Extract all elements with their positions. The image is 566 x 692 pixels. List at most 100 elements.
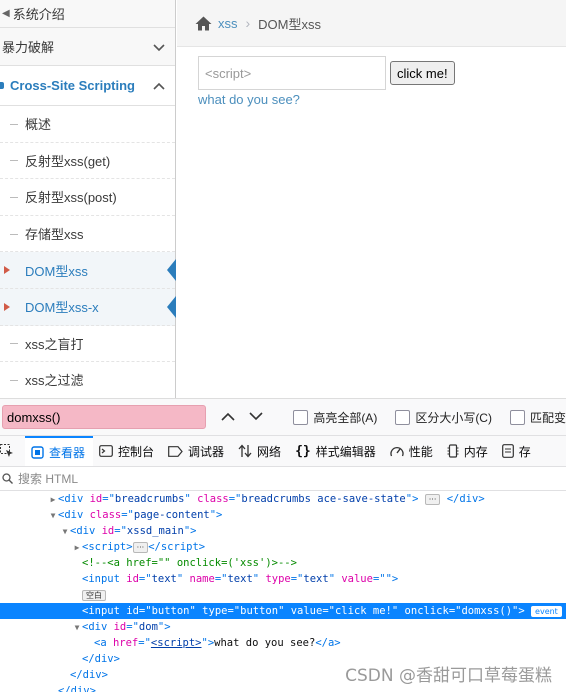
expand-triangle-icon[interactable]: ▶ [72,540,82,556]
tab-storage[interactable]: 存 [496,436,539,466]
find-input[interactable]: domxss() [2,405,207,429]
tab-memory[interactable]: 内存 [441,436,496,466]
memory-icon [447,444,459,458]
sidebar-subitem-label: 概述 [25,117,52,133]
element-picker-button[interactable] [0,436,25,466]
checkbox-box [509,409,525,425]
markup-node-page-content[interactable]: ▼ <div class="page-content"> [0,507,566,523]
sidebar-item-label: 暴力破解 [2,40,55,55]
tab-label: 内存 [463,444,488,459]
debugger-icon [168,445,183,457]
checkbox-box [395,409,411,425]
markup-node-breadcrumbs[interactable]: ▶ <div id="breadcrumbs" class="breadcrumb… [0,491,566,507]
tree-line-icon [10,233,18,235]
sidebar-subitem[interactable]: 概述 [0,106,175,143]
breadcrumb-separator-icon: › [245,15,251,31]
sidebar-subitem-label: DOM型xss [25,263,88,279]
collapse-triangle-icon[interactable]: ▼ [72,620,82,636]
match-case-checkbox[interactable]: 区分大小写(C) [395,409,492,426]
markup-node-input-text[interactable]: <input id="text" name="text" type="text"… [0,571,566,587]
breadcrumb-current: DOM型xss [258,16,322,32]
sidebar-subitem-label: 反射型xss(get) [25,153,111,169]
ellipsis-badge[interactable]: ··· [424,493,441,505]
chevron-down-icon [153,39,165,55]
chevron-up-icon [153,78,165,93]
section-marker-icon [0,82,4,89]
tab-label: 样式编辑器 [315,444,376,459]
sidebar-subitem[interactable]: DOM型xss [0,252,176,289]
markup-node-comment[interactable]: <!--<a href="" onclick=('xss')>--> [0,555,566,571]
home-icon[interactable] [195,16,212,31]
highlight-all-checkbox[interactable]: 高亮全部(A) [293,409,377,426]
expand-triangle-icon[interactable]: ▶ [48,492,58,508]
xss-form: click me! [198,56,566,90]
dom-result-link[interactable]: what do you see? [198,92,566,107]
markup-node-input-button[interactable]: <input id="button" type="button" value="… [0,603,566,619]
sidebar-nav: ◀ 系统介绍 暴力破解 Cross-Site Scripting 概述反射型xs… [0,0,176,399]
caret-left-icon: ◀ [2,8,10,19]
text-input[interactable] [198,56,386,90]
page-content: click me! what do you see? [177,47,566,107]
checkbox-box [293,409,309,425]
sidebar-subitem[interactable]: xss之盲打 [0,325,175,363]
sidebar-subitem[interactable]: DOM型xss-x [0,288,176,326]
checkbox-label: 区分大小写(C) [415,410,492,425]
search-html-input[interactable]: 搜索 HTML [0,467,566,491]
tab-debugger[interactable]: 调试器 [162,436,232,466]
sidebar-subitem[interactable]: 反射型xss(get) [0,142,175,180]
tab-label: 网络 [257,444,282,459]
find-next-icon[interactable] [248,408,264,426]
network-icon [238,444,252,458]
element-picker-icon [0,444,14,458]
performance-icon [390,445,404,458]
sidebar-item-label: Cross-Site Scripting [10,78,135,93]
markup-node-xssd-main[interactable]: ▼ <div id="xssd_main"> [0,523,566,539]
breadcrumb-link-xss[interactable]: xss [218,16,238,31]
markup-node-whitespace[interactable]: 空白 [0,587,566,603]
search-icon [2,473,13,484]
style-editor-icon: {} [295,443,311,459]
sidebar-item-system-intro[interactable]: ◀ 系统介绍 [0,0,175,28]
sidebar-subitem-label: 存储型xss [25,227,84,243]
ellipsis-badge[interactable]: ··· [132,541,149,553]
active-notch-icon [167,259,176,282]
whitespace-badge: 空白 [82,589,106,601]
sidebar-item-label: 系统介绍 [12,7,65,22]
tab-label: 存 [518,444,531,459]
sidebar-subitem-label: 反射型xss(post) [25,190,117,206]
click-me-button[interactable]: click me! [390,61,455,85]
match-diacritics-checkbox[interactable]: 匹配变 [509,409,566,426]
screenshot-root: ◀ 系统介绍 暴力破解 Cross-Site Scripting 概述反射型xs… [0,0,566,692]
tab-performance[interactable]: 性能 [384,436,441,466]
storage-icon [501,444,514,458]
checkbox-label: 高亮全部(A) [313,410,378,425]
sidebar-subitem-label: DOM型xss-x [25,300,99,316]
active-triangle-icon [4,266,10,275]
sidebar-item-xss[interactable]: Cross-Site Scripting [0,66,175,106]
tree-line-icon [10,160,18,162]
tab-network[interactable]: 网络 [232,436,289,466]
sidebar-subitem[interactable]: 存储型xss [0,215,175,253]
find-previous-icon[interactable] [220,408,236,426]
sidebar-item-brute-force[interactable]: 暴力破解 [0,28,175,66]
tab-label: 查看器 [49,445,86,460]
tab-style-editor[interactable]: {} 样式编辑器 [289,436,384,466]
collapse-triangle-icon[interactable]: ▼ [60,524,70,540]
active-triangle-icon [4,302,10,311]
markup-node-anchor[interactable]: <a href="<script>">what do you see?</a> [0,635,566,651]
inspector-icon [31,445,44,459]
markup-node-script[interactable]: ▶ <script> ··· </script> [0,539,566,555]
tab-inspector[interactable]: 查看器 [25,436,94,466]
main-content: xss › DOM型xss click me! what do you see? [177,0,566,398]
breadcrumb: xss › DOM型xss [177,0,566,47]
sidebar-subitem[interactable]: 反射型xss(post) [0,179,175,216]
collapse-triangle-icon[interactable]: ▼ [48,508,58,524]
tab-console[interactable]: 控制台 [93,436,162,466]
active-notch-icon [167,295,176,318]
sidebar-subitem-label: xss之过滤 [25,373,84,389]
markup-node-dom[interactable]: ▼ <div id="dom"> [0,619,566,635]
event-badge[interactable]: event [531,605,562,617]
find-query: domxss() [7,409,61,425]
sidebar-subitem[interactable]: xss之过滤 [0,362,175,399]
sidebar-subitem-label: xss之盲打 [25,336,84,352]
